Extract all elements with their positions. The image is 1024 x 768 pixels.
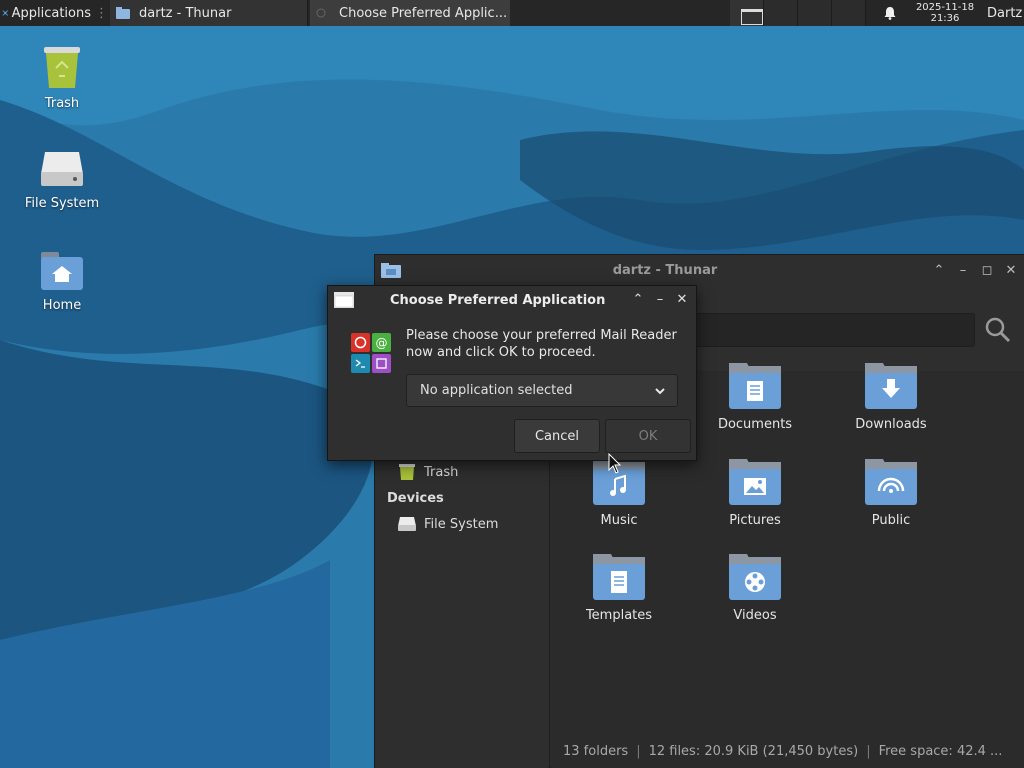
taskbar-item-label: dartz - Thunar (139, 5, 232, 21)
mouse-cursor-icon (608, 453, 622, 474)
dialog-titlebar[interactable]: Choose Preferred Application ⌃ – ✕ (328, 286, 696, 314)
minimize-icon[interactable]: – (652, 291, 668, 307)
taskbar-item-label: Choose Preferred Applic... (339, 5, 508, 21)
dialog-title: Choose Preferred Application (390, 293, 606, 308)
chevron-down-icon (655, 388, 665, 395)
svg-text:@: @ (376, 336, 388, 350)
cancel-button-label: Cancel (534, 428, 580, 444)
cancel-button[interactable]: Cancel (514, 419, 600, 453)
folder-pictures[interactable]: Pictures (695, 457, 815, 528)
close-icon[interactable]: ✕ (1003, 262, 1019, 278)
sidebar-item-label: Trash (424, 464, 459, 480)
folder-videos[interactable]: Videos (695, 552, 815, 623)
application-select-dropdown[interactable]: No application selected (406, 374, 678, 407)
preferred-applications-icon: @ (351, 333, 391, 373)
workspace-switcher[interactable] (730, 0, 866, 26)
folder-public[interactable]: Public (831, 457, 951, 528)
folder-label: Pictures (729, 513, 781, 528)
status-separator: | (866, 743, 871, 759)
minimize-icon[interactable]: – (955, 262, 971, 278)
search-icon[interactable] (983, 315, 1013, 345)
applications-label: Applications (11, 5, 91, 21)
applications-menu-button[interactable]: Applications ⋮ (0, 0, 108, 26)
ok-button[interactable]: OK (605, 419, 691, 453)
folder-label: Videos (733, 608, 777, 623)
downloads-folder-icon (865, 363, 917, 409)
folder-label: Music (600, 513, 638, 528)
folder-documents[interactable]: Documents (695, 361, 815, 432)
pictures-folder-icon (729, 459, 781, 505)
notification-button[interactable] (880, 0, 900, 26)
user-menu[interactable]: Dartz (987, 0, 1024, 26)
folder-downloads[interactable]: Downloads (831, 361, 951, 432)
status-files: 12 files: 20.9 KiB (21,450 bytes) (648, 743, 859, 759)
dialog-window-controls: ⌃ – ✕ (630, 291, 690, 307)
public-folder-icon (865, 459, 917, 505)
window-thumbnail-icon (741, 9, 763, 25)
chevron-up-icon[interactable]: ⌃ (630, 291, 646, 307)
thunar-statusbar: 13 folders | 12 files: 20.9 KiB (21,450 … (551, 733, 1024, 768)
taskbar-item-thunar[interactable]: dartz - Thunar (110, 0, 308, 26)
workspace-2[interactable] (764, 0, 798, 26)
location-bar[interactable] (685, 313, 975, 347)
desktop-icon-file-system[interactable]: File System (7, 150, 117, 211)
ok-button-label: OK (638, 428, 658, 444)
top-panel: Applications ⋮ dartz - Thunar Choose Pre… (0, 0, 1024, 26)
xfce-mouse-icon (2, 10, 9, 16)
workspace-1[interactable] (730, 0, 764, 26)
thunar-titlebar[interactable]: dartz - Thunar ⌃ – ◻ ✕ (375, 255, 1024, 285)
window-icon (334, 292, 354, 308)
sidebar-item-trash[interactable]: Trash (375, 459, 550, 485)
clock-date: 2025-11-18 (915, 2, 975, 13)
maximize-icon[interactable]: ◻ (979, 262, 995, 278)
choose-application-dialog: Choose Preferred Application ⌃ – ✕ @ Ple… (327, 285, 697, 461)
workspace-3[interactable] (798, 0, 832, 26)
home-folder-icon (41, 252, 83, 290)
videos-folder-icon (729, 554, 781, 600)
clock-time: 21:36 (930, 13, 960, 24)
folder-label: Documents (717, 417, 793, 432)
sidebar-heading-devices[interactable]: Devices (375, 485, 550, 511)
documents-folder-icon (729, 363, 781, 409)
drive-icon (41, 152, 83, 186)
sidebar-item-file-system[interactable]: File System (375, 511, 550, 537)
status-separator: | (636, 743, 641, 759)
app-generic-icon (316, 8, 326, 18)
folder-label: Downloads (855, 417, 927, 432)
desktop-icon-label: Home (42, 298, 82, 313)
status-free-space: Free space: 42.4 ... (878, 743, 1003, 759)
sidebar-item-label: File System (424, 516, 499, 532)
folder-icon (116, 7, 130, 19)
trash-icon (399, 464, 415, 480)
chevron-up-icon[interactable]: ⌃ (931, 262, 947, 278)
desktop-icon-label: File System (24, 196, 100, 211)
close-icon[interactable]: ✕ (674, 291, 690, 307)
thunar-window-controls: ⌃ – ◻ ✕ (931, 255, 1019, 285)
drive-icon (398, 517, 416, 531)
thunar-window-title: dartz - Thunar (612, 262, 718, 278)
folder-templates[interactable]: Templates (559, 552, 679, 623)
trash-icon (44, 47, 80, 88)
dialog-message: Please choose your preferred Mail Reader… (406, 328, 677, 360)
status-folders: 13 folders (563, 743, 629, 759)
desktop-icon-label: Trash (44, 96, 80, 111)
templates-folder-icon (593, 554, 645, 600)
sidebar-heading-label: Devices (387, 490, 444, 506)
desktop-icon-trash[interactable]: Trash (7, 44, 117, 111)
clock[interactable]: 2025-11-18 21:36 (908, 0, 982, 26)
folder-label: Public (871, 513, 911, 528)
application-select-value: No application selected (420, 383, 573, 398)
bell-icon (884, 7, 896, 20)
taskbar-item-dialog[interactable]: Choose Preferred Applic... (310, 0, 510, 26)
user-name: Dartz (987, 5, 1023, 21)
desktop-icon-home[interactable]: Home (7, 252, 117, 313)
workspace-4[interactable] (832, 0, 866, 26)
menu-separator-icon: ⋮ (95, 5, 108, 21)
folder-label: Templates (585, 608, 653, 623)
